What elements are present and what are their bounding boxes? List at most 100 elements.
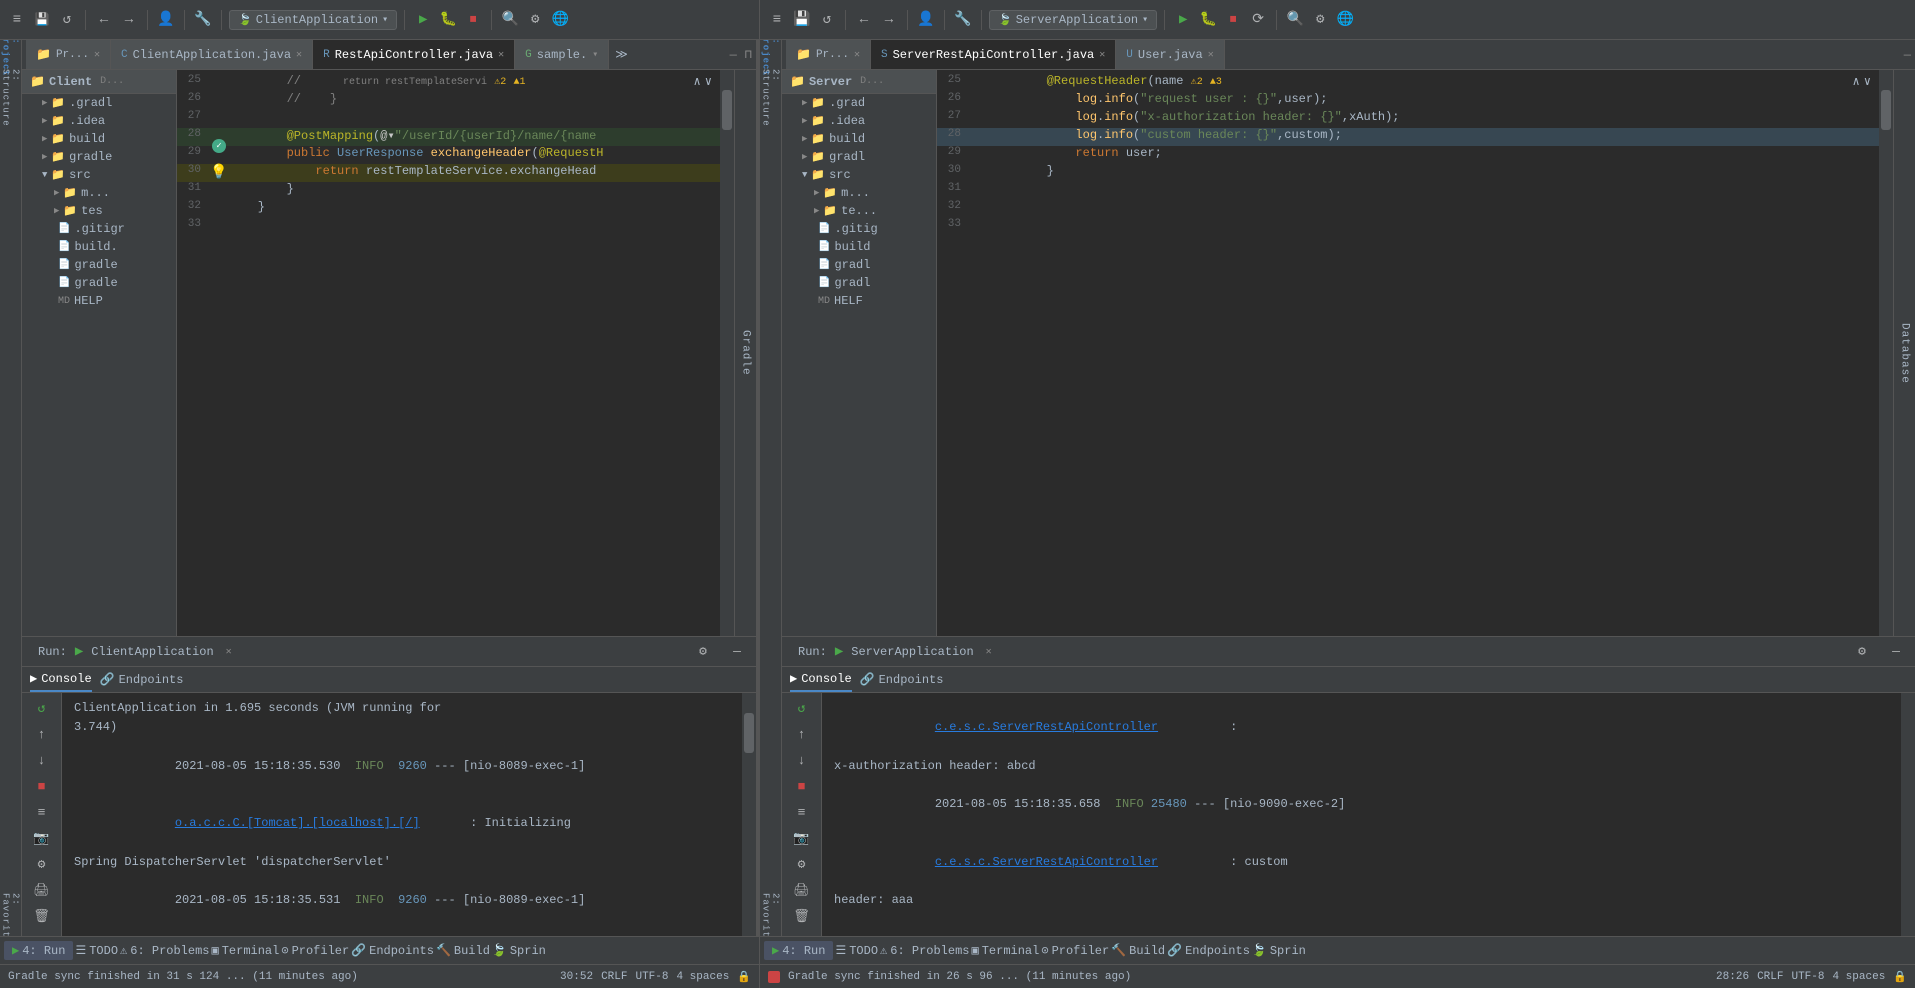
- right-bt-terminal[interactable]: ▣ Terminal: [971, 943, 1039, 958]
- right-tree-main[interactable]: ▶📁m...: [782, 184, 936, 202]
- right-console-down[interactable]: ↓: [791, 749, 813, 771]
- left-bt-run[interactable]: ▶ 4: Run: [4, 941, 73, 960]
- right-console-cog[interactable]: ⚙: [791, 853, 813, 875]
- forward-icon[interactable]: →: [118, 9, 140, 31]
- right-user-icon[interactable]: 👤: [915, 9, 937, 31]
- right-stop-icon[interactable]: ⏹: [1222, 9, 1244, 31]
- server-api-link-1[interactable]: c.e.s.c.ServerRestApiController: [935, 720, 1158, 734]
- settings-icon[interactable]: ⚙: [524, 9, 546, 31]
- globe-icon[interactable]: 🌐: [549, 9, 571, 31]
- right-console-tab[interactable]: ▶ Console: [790, 667, 852, 692]
- right-indent[interactable]: 4 spaces: [1832, 971, 1885, 983]
- right-line-sep[interactable]: CRLF: [1757, 971, 1783, 983]
- tree-item-src[interactable]: ▼📁src: [22, 166, 176, 184]
- right-console-scrollbar[interactable]: [1901, 693, 1915, 936]
- right-forward-icon[interactable]: →: [878, 9, 900, 31]
- left-bt-build[interactable]: 🔨 Build: [436, 943, 490, 958]
- right-endpoints-tab[interactable]: 🔗 Endpoints: [860, 667, 944, 692]
- left-bt-spring[interactable]: 🍃 Sprin: [492, 943, 546, 958]
- left-endpoints-tab[interactable]: 🔗 Endpoints: [100, 667, 184, 692]
- right-bt-todo[interactable]: ☰ TODO: [835, 943, 878, 958]
- right-back-icon[interactable]: ←: [853, 9, 875, 31]
- right-console-stop[interactable]: ■: [791, 775, 813, 797]
- right-debug-icon[interactable]: 🐛: [1197, 9, 1219, 31]
- database-sidebar-right[interactable]: Database: [1893, 70, 1915, 636]
- right-tree-idea[interactable]: ▶📁.idea: [782, 112, 936, 130]
- left-project-tab[interactable]: 1: Project: [1, 44, 21, 64]
- right-refresh-icon[interactable]: ↺: [816, 9, 838, 31]
- tomcat-link[interactable]: o.a.c.c.C.[Tomcat].[localhost].[/]: [175, 816, 420, 830]
- left-console-filter[interactable]: ≡: [31, 801, 53, 823]
- right-encoding[interactable]: UTF-8: [1791, 971, 1824, 983]
- left-structure-icon[interactable]: 2: Structure: [1, 88, 21, 108]
- left-bt-terminal[interactable]: ▣ Terminal: [211, 943, 279, 958]
- right-tree-test[interactable]: ▶📁te...: [782, 202, 936, 220]
- right-tab-server-api[interactable]: S ServerRestApiController.java ✕: [871, 40, 1116, 69]
- right-structure-icon[interactable]: 2: Structure: [761, 88, 781, 108]
- tab-sample[interactable]: G sample. ▾: [515, 40, 609, 69]
- left-console-up[interactable]: ↑: [31, 723, 53, 745]
- left-editor-scrollbar[interactable]: [720, 70, 734, 636]
- right-save-icon[interactable]: 💾: [791, 9, 813, 31]
- tree-item-gradl[interactable]: ▶📁.gradl: [22, 94, 176, 112]
- right-favorites-icon[interactable]: 2: Favorites: [761, 912, 781, 932]
- right-console-camera[interactable]: 📷: [791, 827, 813, 849]
- right-tree-grad[interactable]: ▶📁.grad: [782, 94, 936, 112]
- right-bt-endpoints[interactable]: 🔗 Endpoints: [1167, 943, 1250, 958]
- maximize-editor[interactable]: ⊓: [741, 40, 756, 69]
- right-settings-icon[interactable]: ⚙: [1309, 9, 1331, 31]
- tree-item-help[interactable]: MDHELP: [22, 292, 176, 310]
- tree-item-gradle-wrapper[interactable]: 📄gradle: [22, 256, 176, 274]
- right-wrench-icon[interactable]: 🔧: [952, 9, 974, 31]
- right-console-print[interactable]: 🖨: [791, 879, 813, 901]
- right-console-filter[interactable]: ≡: [791, 801, 813, 823]
- right-tree-gradle[interactable]: ▶📁gradl: [782, 148, 936, 166]
- left-bt-profiler[interactable]: ⊙ Profiler: [281, 943, 349, 958]
- stop-icon[interactable]: ⏹: [462, 9, 484, 31]
- tree-item-idea[interactable]: ▶📁.idea: [22, 112, 176, 130]
- left-run-close-btn[interactable]: —: [726, 641, 748, 663]
- left-bt-todo[interactable]: ☰ TODO: [75, 943, 118, 958]
- right-globe-icon[interactable]: 🌐: [1334, 9, 1356, 31]
- menu-icon[interactable]: ≡: [6, 9, 28, 31]
- tree-item-main[interactable]: ▶📁m...: [22, 184, 176, 202]
- right-run-close-btn[interactable]: —: [1885, 641, 1907, 663]
- left-run-close[interactable]: ✕: [226, 646, 232, 658]
- right-tree-gitignore[interactable]: 📄.gitig: [782, 220, 936, 238]
- right-editor-scrollbar[interactable]: [1879, 70, 1893, 636]
- refresh-icon[interactable]: ↺: [56, 9, 78, 31]
- gradle-sidebar-left[interactable]: Gradle: [734, 70, 756, 636]
- tree-item-test[interactable]: ▶📁tes: [22, 202, 176, 220]
- left-encoding[interactable]: UTF-8: [635, 971, 668, 983]
- wrench-icon[interactable]: 🔧: [192, 9, 214, 31]
- right-console-up[interactable]: ↑: [791, 723, 813, 745]
- left-favorites-icon[interactable]: 2: Favorites: [1, 912, 21, 932]
- right-run-icon[interactable]: ▶: [1172, 9, 1194, 31]
- right-reload-icon[interactable]: ⟳: [1247, 9, 1269, 31]
- server-api-link-2[interactable]: c.e.s.c.ServerRestApiController: [935, 855, 1158, 869]
- right-menu-icon[interactable]: ≡: [766, 9, 788, 31]
- tab-client-application[interactable]: C ClientApplication.java ✕: [111, 40, 313, 69]
- tab-project[interactable]: 📁 Pr... ✕: [26, 40, 111, 69]
- right-bt-spring[interactable]: 🍃 Sprin: [1252, 943, 1306, 958]
- right-bt-build[interactable]: 🔨 Build: [1111, 943, 1165, 958]
- user-icon[interactable]: 👤: [155, 9, 177, 31]
- save-icon[interactable]: 💾: [31, 9, 53, 31]
- right-search-icon[interactable]: 🔍: [1284, 9, 1306, 31]
- left-console-cog[interactable]: ⚙: [31, 853, 53, 875]
- right-tree-build-file[interactable]: 📄build: [782, 238, 936, 256]
- debug-icon[interactable]: 🐛: [437, 9, 459, 31]
- left-bt-endpoints[interactable]: 🔗 Endpoints: [351, 943, 434, 958]
- search-icon[interactable]: 🔍: [499, 9, 521, 31]
- left-console-stop[interactable]: ■: [31, 775, 53, 797]
- tree-item-gradle[interactable]: ▶📁gradle: [22, 148, 176, 166]
- tree-item-build-file[interactable]: 📄build.: [22, 238, 176, 256]
- right-tree-src[interactable]: ▼📁src: [782, 166, 936, 184]
- right-tree-gradle-props[interactable]: 📄gradl: [782, 274, 936, 292]
- tree-item-build[interactable]: ▶📁build: [22, 130, 176, 148]
- left-run-settings[interactable]: ⚙: [692, 641, 714, 663]
- right-scrollbar-btn[interactable]: —: [1900, 40, 1915, 69]
- right-tree-build[interactable]: ▶📁build: [782, 130, 936, 148]
- right-tree-help[interactable]: MDHELF: [782, 292, 936, 310]
- tab-rest-api-controller[interactable]: R RestApiController.java ✕: [313, 40, 515, 69]
